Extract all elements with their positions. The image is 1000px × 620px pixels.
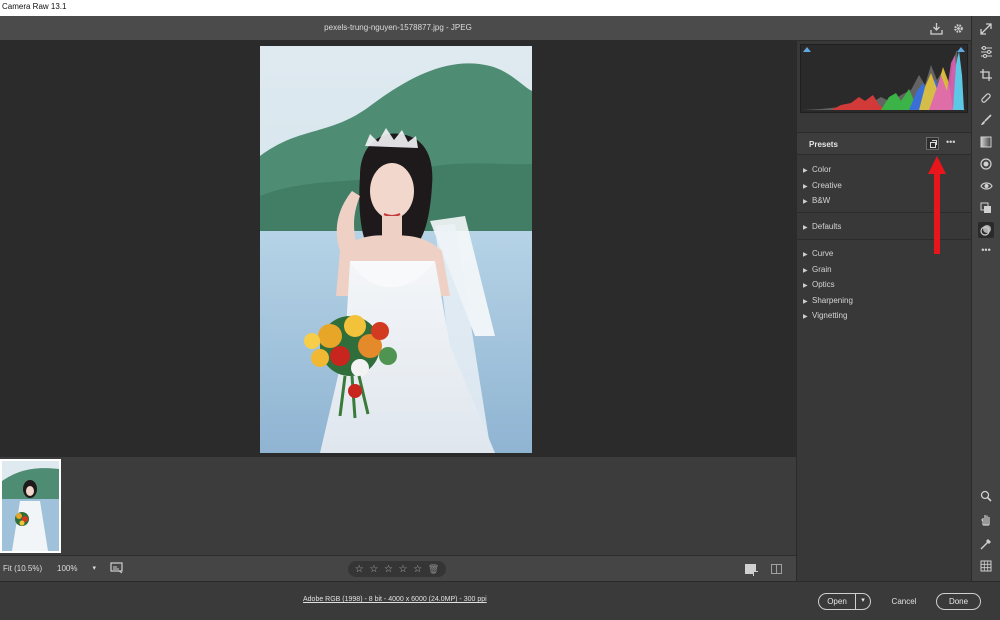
snapshots-icon[interactable] — [978, 200, 994, 216]
preset-group-color[interactable]: ▶ Color — [803, 165, 831, 178]
preset-group-label: B&W — [812, 196, 831, 205]
chevron-down-icon: ▾ — [92, 565, 96, 572]
footer-bar: Adobe RGB (1998) - 8 bit - 4000 x 6000 (… — [0, 581, 1000, 620]
file-name-label: pexels-trung-nguyen-1578877.jpg - JPEG — [324, 23, 472, 32]
more-options-icon[interactable]: ••• — [946, 137, 955, 147]
radial-filter-icon[interactable] — [978, 156, 994, 172]
triangle-right-icon: ▶ — [803, 314, 808, 320]
image-canvas[interactable] — [0, 41, 796, 457]
presets-header: Presets ••• — [797, 132, 972, 155]
triangle-right-icon: ▶ — [803, 184, 808, 190]
histogram — [800, 44, 968, 113]
done-button[interactable]: Done — [936, 593, 981, 610]
filmstrip-thumbnail[interactable] — [0, 459, 61, 553]
preset-group-vignetting[interactable]: ▶ Vignetting — [803, 311, 847, 324]
trash-icon[interactable]: 🗑 — [428, 564, 439, 575]
preset-group-defaults[interactable]: ▶ Defaults — [803, 222, 841, 235]
triangle-right-icon: ▶ — [803, 252, 808, 258]
preset-group-label: Defaults — [812, 222, 842, 231]
more-icon[interactable]: ••• — [978, 242, 994, 258]
preset-group-label: Creative — [812, 181, 842, 190]
window-title: Camera Raw 13.1 — [2, 2, 67, 11]
cancel-button[interactable]: Cancel — [883, 593, 925, 610]
triangle-right-icon: ▶ — [803, 168, 808, 174]
preset-group-curve[interactable]: ▶ Curve — [803, 249, 833, 262]
rating-star-icon[interactable]: ☆ — [355, 564, 364, 575]
rating-star-icon[interactable]: ☆ — [413, 564, 422, 575]
status-bar: Fit (10.5%) 100% ▾ ☆ ☆ ☆ ☆ ☆ 🗑 — [0, 555, 796, 581]
workflow-options-link[interactable]: Adobe RGB (1998) - 8 bit - 4000 x 6000 (… — [303, 596, 487, 603]
zoom-icon[interactable] — [978, 488, 994, 504]
file-header: pexels-trung-nguyen-1578877.jpg - JPEG — [0, 16, 971, 41]
expand-icon[interactable] — [978, 21, 994, 37]
rating-star-icon[interactable]: ☆ — [399, 564, 408, 575]
preset-group-label: Sharpening — [812, 296, 853, 305]
triangle-right-icon: ▶ — [803, 225, 808, 231]
masking-brush-icon[interactable] — [978, 112, 994, 128]
preset-group-label: Color — [812, 165, 832, 174]
bride-photo — [260, 46, 532, 453]
hand-icon[interactable] — [978, 511, 994, 527]
right-panel: Presets ••• ▶ Color ▶ Creative ▶ B&W ▶ Defau… — [796, 41, 972, 581]
zoom-level-value: 100% — [57, 564, 78, 573]
triangle-right-icon: ▶ — [803, 283, 808, 289]
red-eye-icon[interactable] — [978, 178, 994, 194]
chevron-down-icon[interactable]: ▾ — [856, 594, 870, 609]
preset-group-label: Curve — [812, 249, 834, 258]
zoom-level-select[interactable]: 100% ▾ — [52, 560, 100, 577]
save-icon[interactable] — [928, 20, 944, 36]
healing-brush-icon[interactable] — [978, 90, 994, 106]
edit-sliders-icon[interactable] — [978, 44, 994, 60]
preset-group-grain[interactable]: ▶ Grain — [803, 265, 832, 278]
preset-group-bw[interactable]: ▶ B&W — [803, 196, 830, 209]
presets-title: Presets — [809, 140, 838, 149]
create-preset-icon[interactable] — [926, 137, 939, 150]
linear-gradient-icon[interactable] — [978, 134, 994, 150]
rating-star-icon[interactable]: ☆ — [369, 564, 378, 575]
preset-group-label: Optics — [812, 280, 835, 289]
preset-group-label: Grain — [812, 265, 832, 274]
red-arrow-annotation — [928, 156, 946, 254]
grid-icon[interactable] — [978, 558, 994, 574]
triangle-right-icon: ▶ — [803, 268, 808, 274]
single-view-icon[interactable] — [745, 564, 758, 576]
filmstrip — [0, 457, 796, 555]
preset-group-optics[interactable]: ▶ Optics — [803, 280, 835, 293]
open-button[interactable]: Open ▾ — [818, 593, 871, 610]
tool-strip: ••• — [971, 16, 1000, 581]
before-after-view-icon[interactable] — [771, 564, 782, 574]
compare-views-icon[interactable] — [110, 562, 124, 574]
window-title-bar: Camera Raw 13.1 — [0, 0, 1000, 16]
open-button-label[interactable]: Open — [819, 594, 856, 609]
triangle-right-icon: ▶ — [803, 299, 808, 305]
zoom-fit-label[interactable]: Fit (10.5%) — [3, 564, 42, 573]
star-rating: ☆ ☆ ☆ ☆ ☆ 🗑 — [348, 561, 446, 577]
crop-icon[interactable] — [978, 67, 994, 83]
preset-group-creative[interactable]: ▶ Creative — [803, 181, 842, 194]
settings-gear-icon[interactable] — [950, 20, 966, 36]
camera-raw-window: Camera Raw 13.1 pexels-trung-nguyen-1578… — [0, 0, 1000, 620]
triangle-right-icon: ▶ — [803, 199, 808, 205]
presets-icon[interactable] — [978, 222, 994, 238]
preset-group-sharpening[interactable]: ▶ Sharpening — [803, 296, 853, 309]
rating-star-icon[interactable]: ☆ — [384, 564, 393, 575]
preset-group-label: Vignetting — [812, 311, 848, 320]
white-balance-icon[interactable] — [978, 536, 994, 552]
